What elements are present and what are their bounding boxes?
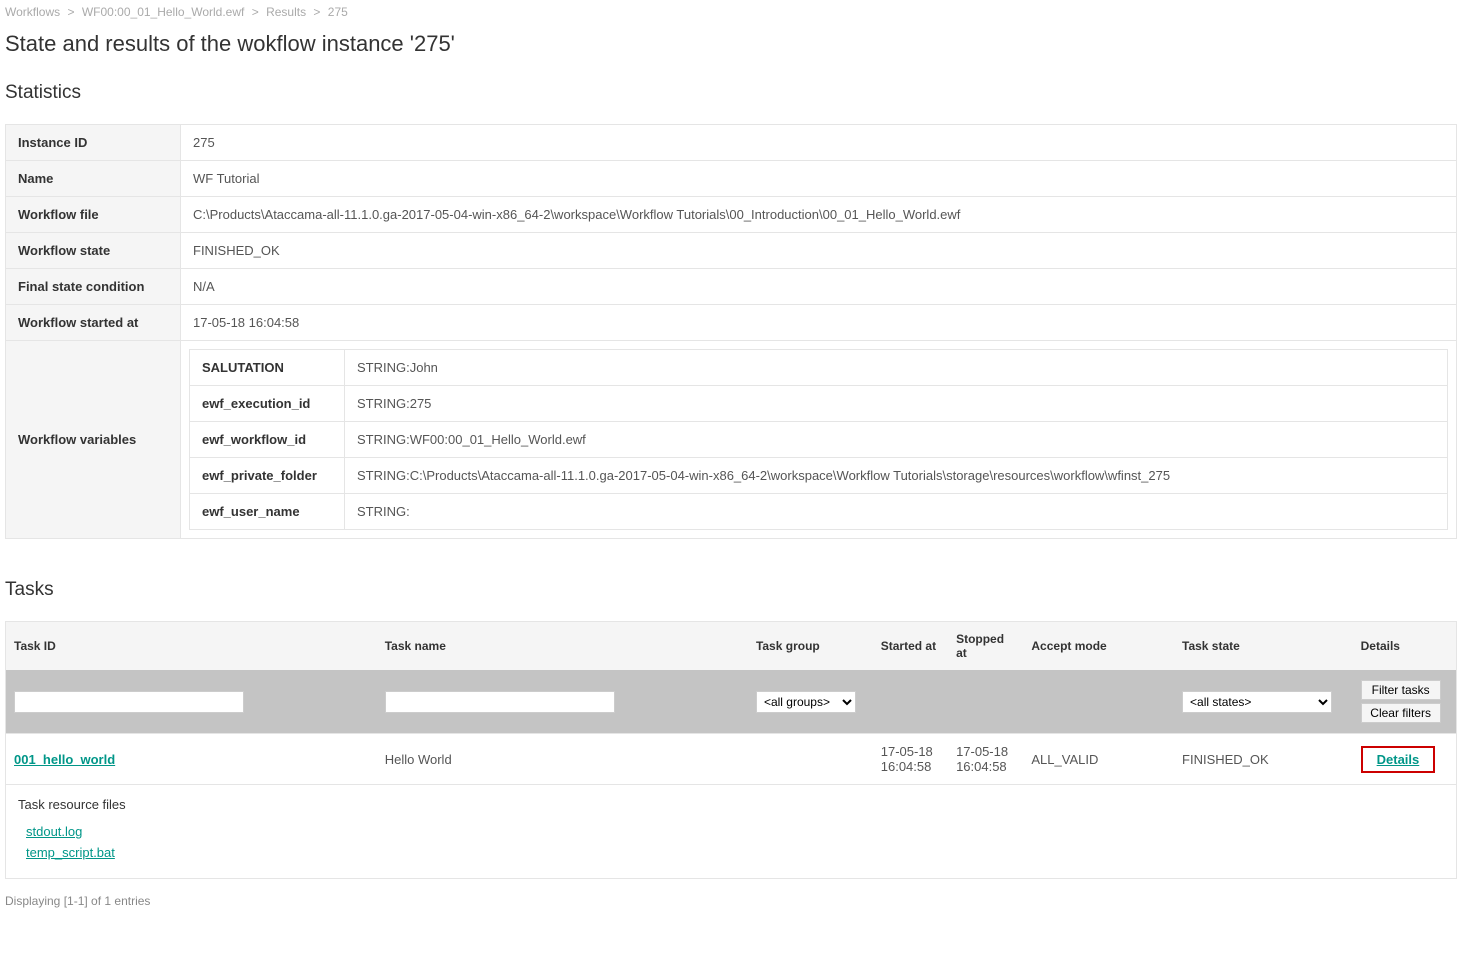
statistics-table: Instance ID 275 Name WF Tutorial Workflo… bbox=[5, 124, 1457, 539]
breadcrumb-sep: > bbox=[67, 5, 74, 19]
task-accept-cell: ALL_VALID bbox=[1023, 734, 1174, 785]
stat-value-name: WF Tutorial bbox=[181, 161, 1457, 197]
variable-value: STRING:275 bbox=[345, 386, 1448, 422]
page-title: State and results of the wokflow instanc… bbox=[5, 31, 1457, 57]
variable-value: STRING:John bbox=[345, 350, 1448, 386]
resources-title: Task resource files bbox=[18, 797, 1444, 812]
breadcrumb: Workflows > WF00:00_01_Hello_World.ewf >… bbox=[5, 5, 1457, 19]
variable-value: STRING:C:\Products\Ataccama-all-11.1.0.g… bbox=[345, 458, 1448, 494]
tasks-table: Task ID Task name Task group Started at … bbox=[5, 621, 1457, 879]
task-group-cell bbox=[748, 734, 873, 785]
clear-filters-button[interactable]: Clear filters bbox=[1361, 703, 1441, 723]
task-id-link[interactable]: 001_hello_world bbox=[14, 752, 115, 767]
filter-state-select[interactable]: <all states> bbox=[1182, 691, 1332, 713]
stat-value-final-state: N/A bbox=[181, 269, 1457, 305]
tasks-heading: Tasks bbox=[5, 579, 1457, 601]
task-row: 001_hello_world Hello World 17-05-18 16:… bbox=[6, 734, 1457, 785]
filter-tasks-button[interactable]: Filter tasks bbox=[1361, 680, 1441, 700]
stat-label-instance-id: Instance ID bbox=[6, 125, 181, 161]
col-header-task-name: Task name bbox=[377, 622, 748, 671]
stat-value-workflow-file: C:\Products\Ataccama-all-11.1.0.ga-2017-… bbox=[181, 197, 1457, 233]
statistics-heading: Statistics bbox=[5, 82, 1457, 104]
filter-row: <all groups> <all states> Filter tasks C… bbox=[6, 670, 1457, 734]
variable-value: STRING:WF00:00_01_Hello_World.ewf bbox=[345, 422, 1448, 458]
breadcrumb-link[interactable]: WF00:00_01_Hello_World.ewf bbox=[82, 5, 245, 19]
resource-file-link[interactable]: temp_script.bat bbox=[26, 845, 1444, 860]
stat-label-workflow-state: Workflow state bbox=[6, 233, 181, 269]
col-header-task-id: Task ID bbox=[6, 622, 377, 671]
variable-name: ewf_private_folder bbox=[190, 458, 345, 494]
stat-label-name: Name bbox=[6, 161, 181, 197]
col-header-accept: Accept mode bbox=[1023, 622, 1174, 671]
filter-task-name-input[interactable] bbox=[385, 691, 615, 713]
variable-name: ewf_execution_id bbox=[190, 386, 345, 422]
stat-value-started-at: 17-05-18 16:04:58 bbox=[181, 305, 1457, 341]
breadcrumb-current: 275 bbox=[328, 5, 348, 19]
paging-info: Displaying [1-1] of 1 entries bbox=[5, 894, 1457, 908]
filter-group-select[interactable]: <all groups> bbox=[756, 691, 856, 713]
stat-label-workflow-file: Workflow file bbox=[6, 197, 181, 233]
variable-name: SALUTATION bbox=[190, 350, 345, 386]
col-header-details: Details bbox=[1353, 622, 1457, 671]
task-details-link[interactable]: Details bbox=[1361, 746, 1436, 773]
stat-label-variables: Workflow variables bbox=[6, 341, 181, 539]
resource-file-link[interactable]: stdout.log bbox=[26, 824, 1444, 839]
stat-label-started-at: Workflow started at bbox=[6, 305, 181, 341]
stat-label-final-state: Final state condition bbox=[6, 269, 181, 305]
col-header-stopped: Stopped at bbox=[948, 622, 1023, 671]
stat-value-workflow-state: FINISHED_OK bbox=[181, 233, 1457, 269]
breadcrumb-link[interactable]: Workflows bbox=[5, 5, 60, 19]
variable-value: STRING: bbox=[345, 494, 1448, 530]
col-header-state: Task state bbox=[1174, 622, 1353, 671]
task-state-cell: FINISHED_OK bbox=[1174, 734, 1353, 785]
stat-value-instance-id: 275 bbox=[181, 125, 1457, 161]
col-header-started: Started at bbox=[873, 622, 948, 671]
variable-name: ewf_workflow_id bbox=[190, 422, 345, 458]
filter-task-id-input[interactable] bbox=[14, 691, 244, 713]
task-expanded-row: Task resource files stdout.log temp_scrip… bbox=[6, 785, 1457, 879]
variables-table: SALUTATIONSTRING:Johnewf_execution_idSTR… bbox=[189, 349, 1448, 530]
breadcrumb-sep: > bbox=[313, 5, 320, 19]
breadcrumb-link[interactable]: Results bbox=[266, 5, 306, 19]
variable-name: ewf_user_name bbox=[190, 494, 345, 530]
task-stopped-cell: 17-05-18 16:04:58 bbox=[948, 734, 1023, 785]
breadcrumb-sep: > bbox=[252, 5, 259, 19]
task-name-cell: Hello World bbox=[377, 734, 748, 785]
task-started-cell: 17-05-18 16:04:58 bbox=[873, 734, 948, 785]
col-header-task-group: Task group bbox=[748, 622, 873, 671]
